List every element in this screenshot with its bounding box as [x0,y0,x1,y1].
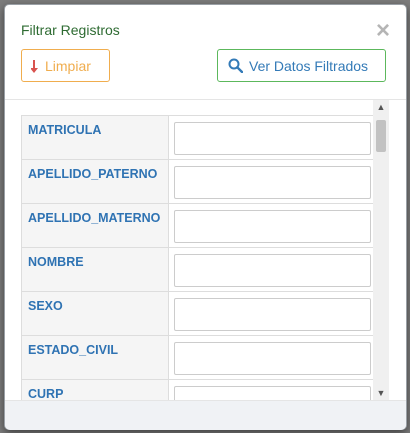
vertical-scrollbar[interactable]: ▲ ▼ [373,100,389,400]
clear-button[interactable]: Limpiar [21,49,110,82]
scroll-up-arrow-icon[interactable]: ▲ [373,100,389,114]
scroll-down-arrow-icon[interactable]: ▼ [373,386,389,400]
field-input[interactable] [174,385,371,400]
field-row: MATRICULA [21,115,379,160]
field-input[interactable] [174,209,371,243]
arrow-down-icon [31,59,39,73]
modal-header: Filtrar Registros × Limpiar Ver Datos Fi… [5,5,406,100]
field-input[interactable] [174,341,371,375]
field-row: CURP [21,379,379,400]
field-row: APELLIDO_MATERNO [21,203,379,248]
clear-button-label: Limpiar [45,57,91,74]
field-label: ESTADO_CIVIL [21,335,169,380]
filter-modal: Filtrar Registros × Limpiar Ver Datos Fi… [4,4,407,430]
fields-scroll-area[interactable]: MATRICULA APELLIDO_PATERNO APELLIDO_MATE… [21,100,390,400]
scrollbar-thumb[interactable] [376,120,386,152]
field-label: MATRICULA [21,115,169,160]
view-filtered-button[interactable]: Ver Datos Filtrados [217,49,386,82]
field-input[interactable] [174,121,371,155]
field-input[interactable] [174,253,371,287]
field-label: NOMBRE [21,247,169,292]
modal-title: Filtrar Registros [21,22,120,38]
modal-footer [5,400,406,430]
field-label: CURP [21,379,169,400]
view-filtered-button-label: Ver Datos Filtrados [249,57,369,74]
fields-table: MATRICULA APELLIDO_PATERNO APELLIDO_MATE… [21,115,379,400]
field-input[interactable] [174,165,371,199]
field-label: SEXO [21,291,169,336]
field-label: APELLIDO_MATERNO [21,203,169,248]
field-row: SEXO [21,291,379,336]
field-row: APELLIDO_PATERNO [21,159,379,204]
field-input[interactable] [174,297,371,331]
field-row: ESTADO_CIVIL [21,335,379,380]
field-label: APELLIDO_PATERNO [21,159,169,204]
search-icon [228,58,243,73]
field-row: NOMBRE [21,247,379,292]
close-button[interactable]: × [376,19,390,43]
